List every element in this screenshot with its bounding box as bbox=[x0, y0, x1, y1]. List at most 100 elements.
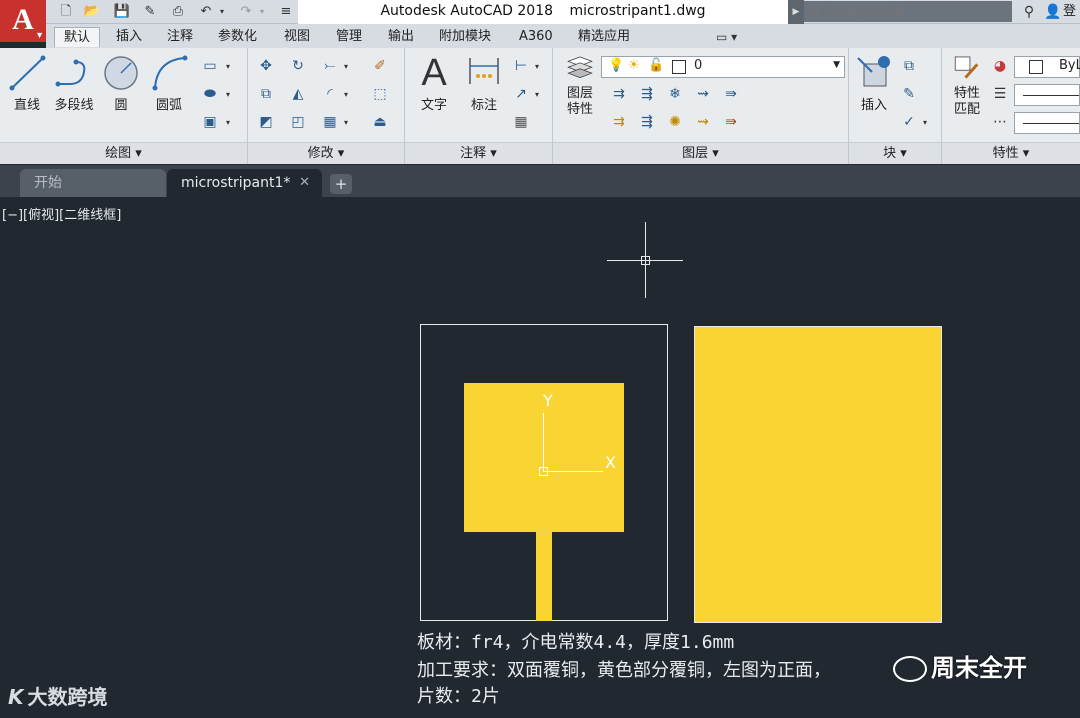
panel-modify-title[interactable]: 修改 ▾ bbox=[248, 142, 404, 164]
linetype-dropdown[interactable] bbox=[1014, 112, 1080, 134]
scale-icon[interactable]: ◰ bbox=[288, 112, 308, 132]
tab-start[interactable]: 开始 bbox=[20, 169, 166, 197]
fillet-icon[interactable]: ◜ bbox=[320, 84, 340, 104]
dimension-button[interactable]: 标注 bbox=[461, 52, 507, 130]
tab-manage[interactable]: 管理 bbox=[327, 27, 371, 47]
layer-thaw-icon[interactable]: ✺ bbox=[665, 112, 685, 132]
chevron-down-icon[interactable]: ▾ bbox=[226, 90, 230, 99]
login-label[interactable]: 登 bbox=[1063, 2, 1076, 22]
layer-on-icon[interactable]: ⇉ bbox=[609, 112, 629, 132]
panel-annotation-title[interactable]: 注释 ▾ bbox=[405, 142, 552, 164]
redo-icon[interactable]: ↷ bbox=[236, 3, 256, 21]
rectangle-icon[interactable]: ▭ bbox=[200, 56, 220, 76]
edit-block-icon[interactable]: ✎ bbox=[899, 84, 919, 104]
tab-parametric[interactable]: 参数化 bbox=[209, 27, 266, 47]
boundary-icon[interactable]: ▣ bbox=[200, 112, 220, 132]
polyline-button[interactable]: 多段线 bbox=[50, 52, 98, 130]
lineweight-icon[interactable]: ☰ bbox=[990, 84, 1010, 104]
offset-icon[interactable]: ⏏ bbox=[370, 112, 390, 132]
explode-icon[interactable]: ⬚ bbox=[370, 84, 390, 104]
text-button[interactable]: A 文字 bbox=[411, 52, 457, 130]
tab-a360[interactable]: A360 bbox=[510, 27, 562, 47]
tab-drawing[interactable]: microstripant1* ✕ bbox=[167, 169, 322, 197]
tab-featured-apps[interactable]: 精选应用 bbox=[569, 27, 639, 47]
redo-dropdown-icon[interactable]: ▾ bbox=[256, 3, 268, 21]
color-wheel-icon[interactable]: ◕ bbox=[990, 56, 1010, 76]
tab-insert[interactable]: 插入 bbox=[107, 27, 151, 47]
chevron-down-icon[interactable]: ▾ bbox=[226, 118, 230, 127]
tab-output[interactable]: 输出 bbox=[379, 27, 423, 47]
play-icon[interactable]: ▶ bbox=[788, 0, 804, 24]
leader-icon[interactable]: ↗ bbox=[511, 84, 531, 104]
chevron-down-icon[interactable]: ▾ bbox=[344, 90, 348, 99]
table-icon[interactable]: ▦ bbox=[511, 112, 531, 132]
binoculars-icon[interactable]: ⚲ bbox=[1018, 2, 1040, 22]
layer-unisolate-icon[interactable]: ⇶ bbox=[637, 112, 657, 132]
chevron-down-icon[interactable]: ▾ bbox=[344, 118, 348, 127]
close-icon[interactable]: ✕ bbox=[299, 169, 310, 197]
viewport-controls[interactable]: [−][俯视][二维线框] bbox=[2, 204, 121, 223]
undo-dropdown-icon[interactable]: ▾ bbox=[216, 3, 228, 21]
chevron-down-icon[interactable]: ▾ bbox=[923, 118, 927, 127]
video-dropdown-icon[interactable]: ▭ ▾ bbox=[716, 28, 737, 46]
layer-properties-button[interactable]: 图层 特性 bbox=[557, 52, 603, 130]
rotate-icon[interactable]: ↻ bbox=[288, 56, 308, 76]
tab-view[interactable]: 视图 bbox=[275, 27, 319, 47]
search-input[interactable] bbox=[804, 1, 1012, 22]
copy-icon[interactable]: ⧉ bbox=[256, 84, 276, 104]
chevron-down-icon[interactable]: ▾ bbox=[535, 90, 539, 99]
new-tab-button[interactable]: + bbox=[330, 174, 352, 194]
panel-layers-title[interactable]: 图层 ▾ bbox=[553, 142, 848, 164]
lineweight-dropdown[interactable] bbox=[1014, 84, 1080, 106]
undo-icon[interactable]: ↶ bbox=[196, 3, 216, 21]
chevron-down-icon[interactable]: ▾ bbox=[226, 62, 230, 71]
layer-match-icon[interactable]: ⇛ bbox=[721, 84, 741, 104]
array-icon[interactable]: ▦ bbox=[320, 112, 340, 132]
layer-freeze-icon[interactable]: ❄ bbox=[665, 84, 685, 104]
layer-off-icon[interactable]: ⇉ bbox=[609, 84, 629, 104]
layer-isolate-icon[interactable]: ⇶ bbox=[637, 84, 657, 104]
tab-default[interactable]: 默认 bbox=[54, 27, 101, 47]
create-block-icon[interactable]: ⧉ bbox=[899, 56, 919, 76]
layer-delete-icon[interactable]: ⇛ bbox=[721, 112, 741, 132]
arc-button[interactable]: 圆弧 bbox=[146, 52, 192, 130]
move-icon[interactable]: ✥ bbox=[256, 56, 276, 76]
application-menu-button[interactable]: A ▼ bbox=[0, 0, 46, 42]
user-icon[interactable]: 👤 bbox=[1043, 2, 1063, 22]
new-icon[interactable]: 🗋 bbox=[56, 3, 76, 21]
tab-addins[interactable]: 附加模块 bbox=[430, 27, 500, 47]
drawing-canvas[interactable]: [−][俯视][二维线框] Y X 板材：fr4，介电常数4.4，厚度1.6mm… bbox=[0, 197, 1080, 718]
line-button[interactable]: 直线 bbox=[4, 52, 50, 130]
panel-draw-title[interactable]: 绘图 ▾ bbox=[0, 142, 247, 164]
insert-block-button[interactable]: 插入 bbox=[851, 52, 897, 130]
microstrip-feedline[interactable] bbox=[536, 532, 552, 621]
trim-icon[interactable]: ⤚ bbox=[320, 56, 340, 76]
circle-button[interactable]: 圆 ▾ bbox=[98, 52, 144, 171]
panel-block-title[interactable]: 块 ▾ bbox=[849, 142, 941, 164]
mirror-icon[interactable]: ◭ bbox=[288, 84, 308, 104]
color-dropdown[interactable]: ByL bbox=[1014, 56, 1080, 78]
attribute-icon[interactable]: ✓ bbox=[899, 112, 919, 132]
linetype-icon[interactable]: ⋯ bbox=[990, 112, 1010, 132]
save-as-icon[interactable]: ✎ bbox=[140, 3, 160, 21]
panel-properties-title[interactable]: 特性 ▾ bbox=[942, 142, 1080, 164]
chevron-down-icon[interactable]: ▾ bbox=[535, 62, 539, 71]
back-side-ground-plane[interactable] bbox=[694, 326, 942, 623]
customize-icon[interactable]: ≡ bbox=[276, 3, 296, 21]
note-processing-requirement[interactable]: 加工要求：双面覆铜，黄色部分覆铜，左图为正面， bbox=[417, 660, 831, 682]
layer-lock-icon[interactable]: ⇝ bbox=[693, 84, 713, 104]
chevron-down-icon[interactable]: ▾ bbox=[344, 62, 348, 71]
note-quantity[interactable]: 片数：2片 bbox=[417, 686, 500, 708]
note-board-material[interactable]: 板材：fr4，介电常数4.4，厚度1.6mm bbox=[417, 632, 734, 654]
match-properties-button[interactable]: 特性 匹配 bbox=[944, 52, 990, 130]
erase-icon[interactable]: ✐ bbox=[370, 56, 390, 76]
hatch-icon[interactable]: ⬬ bbox=[200, 84, 220, 104]
open-icon[interactable]: 📂 bbox=[82, 3, 102, 21]
tab-annotate[interactable]: 注释 bbox=[158, 27, 202, 47]
linear-dimension-icon[interactable]: ⊢ bbox=[511, 56, 531, 76]
layer-dropdown[interactable]: 💡 ☀ 🔓 0 ▼ bbox=[601, 56, 845, 78]
save-icon[interactable]: 💾 bbox=[112, 3, 132, 21]
stretch-icon[interactable]: ◩ bbox=[256, 112, 276, 132]
layer-unlock-icon[interactable]: ⇝ bbox=[693, 112, 713, 132]
print-icon[interactable]: ⎙ bbox=[168, 3, 188, 21]
